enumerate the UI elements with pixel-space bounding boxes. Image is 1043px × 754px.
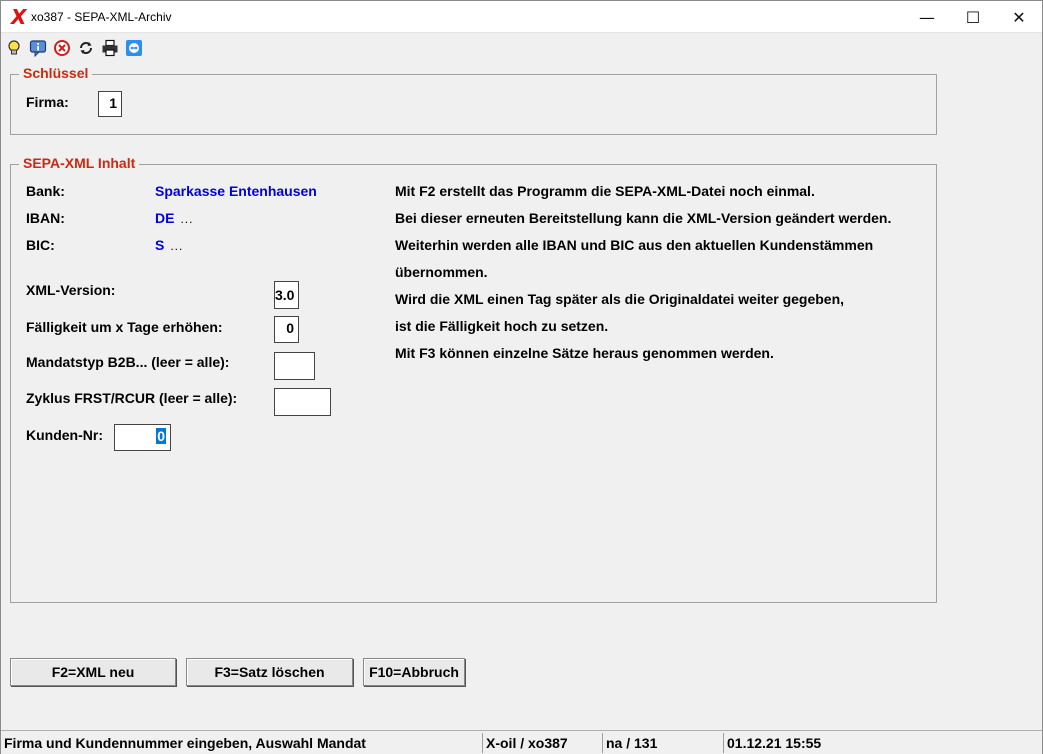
teamviewer-icon[interactable] [125, 39, 143, 57]
f10-abbruch-button[interactable]: F10=Abbruch [363, 658, 465, 686]
mandatstyp-label: Mandatstyp B2B... (leer = alle): [26, 354, 230, 370]
iban-value-text: DE [155, 210, 175, 226]
info-line: Mit F3 können einzelne Sätze heraus geno… [395, 345, 774, 361]
cancel-icon[interactable] [53, 39, 71, 57]
print-icon[interactable] [101, 39, 119, 57]
app-window: X xo387 - SEPA-XML-Archiv — ☐ ✕ Schlüsse… [0, 0, 1043, 754]
xml-version-input[interactable]: 3.0 [274, 281, 299, 309]
info-icon[interactable] [29, 39, 47, 57]
iban-masked: ... [180, 212, 194, 226]
info-line: übernommen. [395, 264, 488, 280]
mandatstyp-input[interactable] [274, 352, 315, 380]
kunden-nr-label: Kunden-Nr: [26, 427, 103, 443]
status-program: X-oil / xo387 [482, 733, 601, 753]
toolbar [1, 34, 1042, 62]
schluessel-group: Schlüssel Firma: 1 [10, 65, 937, 135]
faelligkeit-input[interactable]: 0 [274, 316, 299, 343]
sepa-xml-inhalt-legend: SEPA-XML Inhalt [19, 155, 140, 171]
sepa-xml-inhalt-group: SEPA-XML Inhalt Bank: Sparkasse Entenhau… [10, 155, 937, 603]
bic-value: S... [155, 237, 183, 253]
info-line: ist die Fälligkeit hoch zu setzen. [395, 318, 609, 334]
zyklus-label: Zyklus FRST/RCUR (leer = alle): [26, 390, 238, 406]
kunden-nr-input[interactable]: 0 [114, 424, 171, 451]
bank-value: Sparkasse Entenhausen [155, 183, 317, 199]
iban-value: DE... [155, 210, 193, 226]
iban-label: IBAN: [26, 210, 65, 226]
info-line: Wird die XML einen Tag später als die Or… [395, 291, 845, 307]
bic-value-text: S [155, 237, 165, 253]
maximize-button[interactable]: ☐ [950, 1, 996, 33]
bic-label: BIC: [26, 237, 55, 253]
zyklus-input[interactable] [274, 388, 331, 416]
status-bar: Firma und Kundennummer eingeben, Auswahl… [1, 730, 1042, 754]
refresh-icon[interactable] [77, 39, 95, 57]
window-title: xo387 - SEPA-XML-Archiv [31, 10, 172, 24]
schluessel-legend: Schlüssel [19, 65, 93, 81]
close-button[interactable]: ✕ [996, 1, 1042, 33]
info-line: Mit F2 erstellt das Programm die SEPA-XM… [395, 183, 815, 199]
title-bar: X xo387 - SEPA-XML-Archiv — ☐ ✕ [1, 1, 1042, 33]
status-datetime: 01.12.21 15:55 [723, 733, 1042, 753]
kunden-nr-selected-text: 0 [156, 428, 166, 444]
app-logo-icon: X [11, 5, 27, 29]
status-message: Firma und Kundennummer eingeben, Auswahl… [4, 735, 366, 751]
f2-xml-neu-button[interactable]: F2=XML neu [10, 658, 176, 686]
firma-input[interactable]: 1 [98, 91, 122, 117]
firma-label: Firma: [26, 94, 69, 110]
info-line: Weiterhin werden alle IBAN und BIC aus d… [395, 237, 874, 253]
lightbulb-icon[interactable] [5, 39, 23, 57]
bic-masked: ... [170, 239, 184, 253]
bank-label: Bank: [26, 183, 65, 199]
f3-satz-loeschen-button[interactable]: F3=Satz löschen [186, 658, 353, 686]
xml-version-label: XML-Version: [26, 282, 116, 298]
minimize-button[interactable]: — [904, 1, 950, 33]
faelligkeit-label: Fälligkeit um x Tage erhöhen: [26, 319, 223, 335]
info-line: Bei dieser erneuten Bereitstellung kann … [395, 210, 892, 226]
status-user: na / 131 [602, 733, 722, 753]
